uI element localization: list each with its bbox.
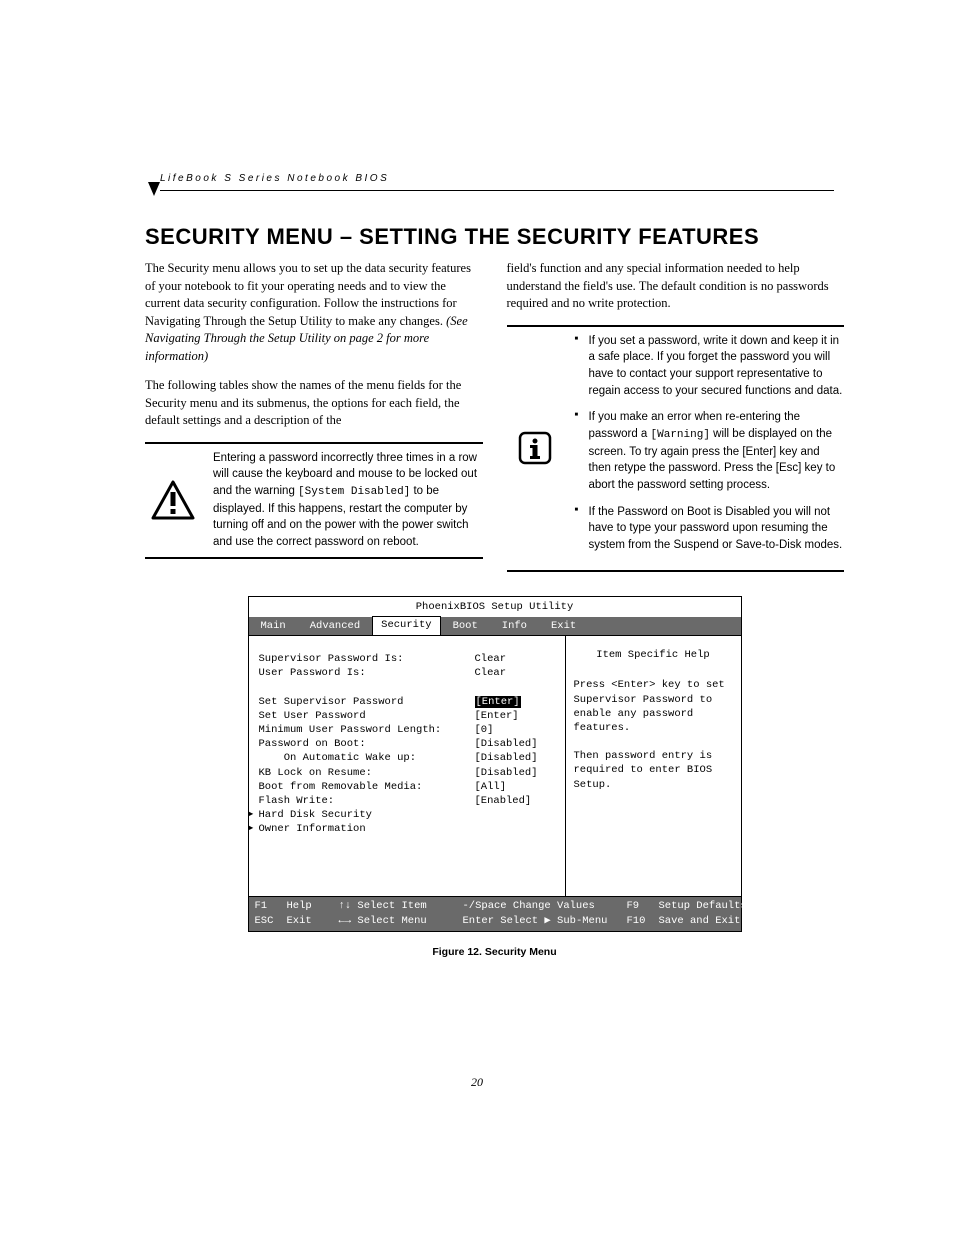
bios-footer: F1 Help ↑↓ Select Item -/Space Change Va… (249, 896, 741, 930)
system-disabled-code: [System Disabled] (298, 486, 410, 498)
intro-paragraph: The Security menu allows you to set up t… (145, 260, 483, 365)
bios-row[interactable]: On Automatic Wake up:[Disabled] (259, 751, 559, 765)
bios-submenu-owner[interactable]: Owner Information (259, 822, 559, 836)
bios-footer-row-2: ESC Exit ←→ Select Menu Enter Select ▶ S… (255, 914, 735, 928)
bios-body: Supervisor Password Is:Clear User Passwo… (249, 635, 741, 896)
info-text: If you set a password, write it down and… (575, 333, 845, 564)
bios-row-blank (259, 681, 559, 695)
right-column: field's function and any special informa… (507, 260, 845, 578)
figure-caption: Figure 12. Security Menu (145, 946, 844, 958)
note-rule-bottom (145, 557, 483, 559)
running-rule (160, 190, 834, 191)
bios-screenshot: PhoenixBIOS Setup Utility Main Advanced … (248, 596, 742, 932)
left-column: The Security menu allows you to set up t… (145, 260, 483, 578)
bios-row[interactable]: Set User Password[Enter] (259, 709, 559, 723)
info-item-3: If the Password on Boot is Disabled you … (589, 504, 845, 554)
bios-tabs: Main Advanced Security Boot Info Exit (249, 617, 741, 635)
bios-row[interactable]: KB Lock on Resume:[Disabled] (259, 766, 559, 780)
running-head-text: LifeBook S Series Notebook BIOS (160, 173, 389, 184)
page-number: 20 (0, 1075, 954, 1090)
info-rule-top (507, 325, 845, 327)
page-tick-icon (148, 182, 160, 201)
warning-icon (145, 480, 201, 520)
bios-row-set-supervisor[interactable]: Set Supervisor Password[Enter] (259, 695, 559, 709)
intro-text: The Security menu allows you to set up t… (145, 261, 471, 328)
bios-row: User Password Is:Clear (259, 666, 559, 680)
info-icon (507, 430, 563, 466)
running-head: LifeBook S Series Notebook BIOS (160, 168, 834, 191)
tables-paragraph: The following tables show the names of t… (145, 377, 483, 430)
bios-tab-main[interactable]: Main (249, 617, 298, 635)
bios-row: Supervisor Password Is:Clear (259, 652, 559, 666)
bios-help-body: Press <Enter> key to set Supervisor Pass… (574, 678, 733, 791)
bios-title: PhoenixBIOS Setup Utility (249, 597, 741, 617)
info-item-1: If you set a password, write it down and… (589, 333, 845, 400)
page-title: SECURITY MENU – SETTING THE SECURITY FEA… (145, 224, 844, 250)
bios-row[interactable]: Flash Write:[Enabled] (259, 794, 559, 808)
bios-tab-security[interactable]: Security (372, 616, 440, 636)
continuation-paragraph: field's function and any special informa… (507, 260, 845, 313)
bios-row[interactable]: Minimum User Password Length:[0] (259, 723, 559, 737)
info-item-2: If you make an error when re-entering th… (589, 409, 845, 494)
bios-row[interactable]: Boot from Removable Media:[All] (259, 780, 559, 794)
bios-footer-row-1: F1 Help ↑↓ Select Item -/Space Change Va… (255, 899, 735, 913)
bios-tab-exit[interactable]: Exit (539, 617, 588, 635)
warning-code: [Warning] (651, 429, 710, 441)
bios-tab-advanced[interactable]: Advanced (298, 617, 372, 635)
warning-note: Entering a password incorrectly three ti… (145, 450, 483, 551)
bios-submenu-hard-disk[interactable]: Hard Disk Security (259, 808, 559, 822)
note-rule-top (145, 442, 483, 444)
page: LifeBook S Series Notebook BIOS SECURITY… (0, 0, 954, 1235)
warning-text: Entering a password incorrectly three ti… (213, 450, 483, 551)
bios-tab-info[interactable]: Info (490, 617, 539, 635)
bios-help-pane: Item Specific Help Press <Enter> key to … (565, 636, 741, 896)
bios-help-title: Item Specific Help (574, 648, 733, 662)
bios-row[interactable]: Password on Boot:[Disabled] (259, 737, 559, 751)
info-rule-bottom (507, 570, 845, 572)
info-note: If you set a password, write it down and… (507, 333, 845, 564)
body-columns: The Security menu allows you to set up t… (145, 260, 844, 578)
bios-tab-boot[interactable]: Boot (441, 617, 490, 635)
bios-settings: Supervisor Password Is:Clear User Passwo… (249, 636, 565, 896)
